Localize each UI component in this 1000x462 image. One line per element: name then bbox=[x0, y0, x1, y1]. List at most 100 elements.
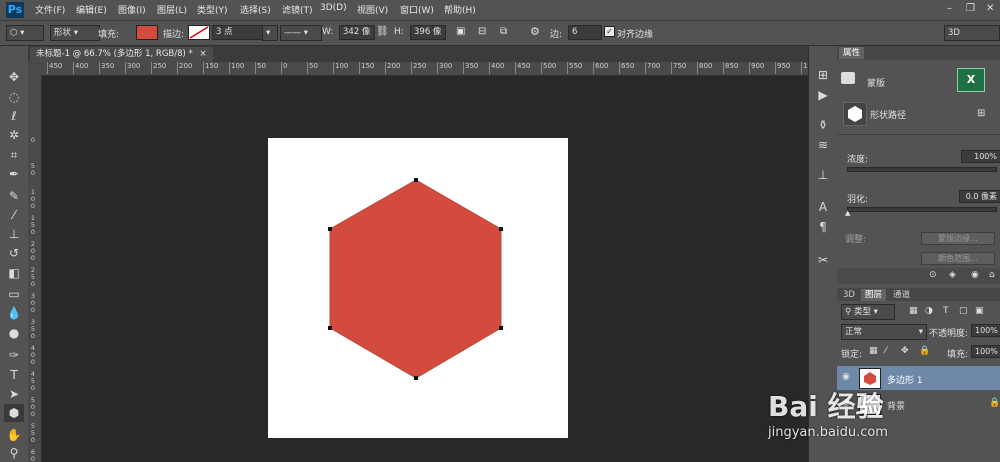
tab-close-icon[interactable]: × bbox=[199, 49, 206, 59]
clone-source-icon[interactable]: ⊥ bbox=[814, 166, 832, 184]
apply-icon[interactable]: ◈ bbox=[949, 270, 956, 280]
dodge-icon[interactable]: ● bbox=[4, 324, 24, 342]
stroke-size-dropdown[interactable]: ▾ bbox=[262, 25, 278, 41]
polygon-icon[interactable]: ⬢ bbox=[4, 404, 24, 422]
type-icon[interactable]: T bbox=[4, 366, 24, 384]
apply-mask-icon[interactable]: ⊞ bbox=[977, 108, 985, 119]
close-button[interactable]: ✕ bbox=[986, 3, 994, 14]
brush-settings-icon[interactable]: ≋ bbox=[814, 136, 832, 154]
lock-all-icon[interactable]: 🔒 bbox=[919, 346, 930, 356]
play-icon[interactable]: ▶ bbox=[814, 86, 832, 104]
stroke-type-select[interactable]: —— ▾ bbox=[280, 25, 322, 41]
menu-filter[interactable]: 滤镜(T) bbox=[282, 3, 313, 16]
lock-transparency-icon[interactable]: ▦ bbox=[869, 346, 878, 356]
feather-slider[interactable] bbox=[847, 207, 997, 212]
density-slider[interactable] bbox=[847, 167, 997, 172]
align-edges-checkbox[interactable]: ✓ bbox=[604, 26, 615, 37]
minimize-button[interactable]: – bbox=[947, 3, 952, 14]
filter-kind-select[interactable]: ⚲ 类型 ▾ bbox=[841, 304, 895, 320]
fill-opacity-field[interactable]: 100% bbox=[971, 345, 1000, 358]
anchor-point[interactable] bbox=[499, 326, 503, 330]
menu-help[interactable]: 帮助(H) bbox=[444, 3, 476, 16]
link-icon[interactable]: ⛓ bbox=[376, 26, 389, 37]
opacity-field[interactable]: 100% bbox=[971, 324, 1000, 337]
height-field[interactable]: 396 像 bbox=[410, 25, 446, 40]
layer-visibility-icon[interactable]: ◉ bbox=[842, 372, 850, 382]
gradient-icon[interactable]: ▭ bbox=[4, 285, 24, 303]
color-range-button[interactable]: 颜色范围... bbox=[921, 252, 995, 265]
clone-stamp-icon[interactable]: ⊥ bbox=[4, 225, 24, 243]
path-arrangement-icon[interactable]: ⧉ bbox=[500, 26, 507, 37]
filter-smart-icon[interactable]: ▣ bbox=[975, 306, 984, 316]
restore-button[interactable]: ❐ bbox=[966, 3, 975, 14]
brush-presets-icon[interactable]: ⚱ bbox=[814, 116, 832, 134]
crop-icon[interactable]: ⌗ bbox=[4, 146, 24, 164]
eraser-icon[interactable]: ◧ bbox=[4, 264, 24, 282]
feather-field[interactable]: 0.0 像素 bbox=[959, 190, 1000, 203]
tab-properties[interactable]: 属性 bbox=[839, 47, 865, 59]
filter-pixel-icon[interactable]: ▦ bbox=[909, 306, 918, 316]
anchor-point[interactable] bbox=[328, 326, 332, 330]
anchor-point[interactable] bbox=[414, 376, 418, 380]
path-alignment-icon[interactable]: ⊟ bbox=[478, 26, 486, 37]
menu-edit[interactable]: 编辑(E) bbox=[76, 3, 107, 16]
zoom-icon[interactable]: ⚲ bbox=[4, 444, 24, 462]
eyedropper-icon[interactable]: ✒ bbox=[4, 165, 24, 183]
menu-file[interactable]: 文件(F) bbox=[35, 3, 65, 16]
visibility-icon[interactable]: ◉ bbox=[971, 270, 979, 280]
move-icon[interactable]: ✥ bbox=[4, 68, 24, 86]
lock-pixels-icon[interactable]: ⁄ bbox=[885, 346, 887, 356]
gear-icon[interactable]: ⚙ bbox=[530, 25, 540, 38]
filter-adjust-icon[interactable]: ◑ bbox=[925, 306, 933, 316]
path-select-icon[interactable]: ➤ bbox=[4, 385, 24, 403]
history-icon[interactable]: ⊞ bbox=[814, 66, 832, 84]
tool-preset-picker[interactable]: ⬡ ▾ bbox=[6, 25, 44, 41]
anchor-point[interactable] bbox=[499, 227, 503, 231]
marquee-icon[interactable]: ◌ bbox=[4, 88, 24, 106]
fill-swatch[interactable] bbox=[136, 25, 158, 40]
menu-type[interactable]: 类型(Y) bbox=[197, 3, 228, 16]
path-operations-icon[interactable]: ▣ bbox=[456, 26, 465, 37]
filter-type-icon[interactable]: T bbox=[943, 306, 949, 316]
menu-select[interactable]: 选择(S) bbox=[240, 3, 271, 16]
menu-view[interactable]: 视图(V) bbox=[357, 3, 388, 16]
mask-edge-button[interactable]: 蒙版边缘... bbox=[921, 232, 995, 245]
workspace-select[interactable]: 3D bbox=[944, 25, 1000, 41]
pen-icon[interactable]: ✑ bbox=[4, 346, 24, 364]
tools-icon[interactable]: ✂ bbox=[814, 251, 832, 269]
filter-shape-icon[interactable]: ▢ bbox=[959, 306, 968, 316]
hexagon-shape[interactable] bbox=[329, 179, 502, 379]
healing-brush-icon[interactable]: ✎ bbox=[4, 187, 24, 205]
mode-select[interactable]: 形状 ▾ bbox=[50, 25, 100, 41]
stroke-swatch[interactable] bbox=[188, 25, 210, 40]
lasso-icon[interactable]: ℓ bbox=[4, 107, 24, 125]
slider-thumb-icon[interactable]: ▲ bbox=[845, 209, 850, 217]
menu-window[interactable]: 窗口(W) bbox=[400, 3, 434, 16]
tab-layers[interactable]: 图层 bbox=[861, 289, 887, 301]
paragraph-icon[interactable]: ¶ bbox=[814, 218, 832, 236]
layer-name[interactable]: 多边形 1 bbox=[887, 373, 923, 386]
menu-layer[interactable]: 图层(L) bbox=[157, 3, 187, 16]
sides-field[interactable]: 6 bbox=[568, 25, 602, 40]
layer-name[interactable]: 背景 bbox=[887, 399, 905, 412]
lock-position-icon[interactable]: ✥ bbox=[901, 346, 909, 356]
menu-image[interactable]: 图像(I) bbox=[118, 3, 146, 16]
load-selection-icon[interactable]: ⊙ bbox=[929, 270, 937, 280]
anchor-point[interactable] bbox=[328, 227, 332, 231]
menu-3d[interactable]: 3D(D) bbox=[320, 3, 347, 13]
blend-mode-select[interactable]: 正常 ▾ bbox=[841, 324, 927, 340]
density-field[interactable]: 100% bbox=[961, 150, 1000, 163]
tab-3d[interactable]: 3D bbox=[839, 289, 859, 301]
tab-channels[interactable]: 通道 bbox=[889, 289, 914, 301]
character-icon[interactable]: A bbox=[814, 198, 832, 216]
hand-icon[interactable]: ✋ bbox=[4, 426, 24, 444]
document-tab[interactable]: 未标题-1 @ 66.7% (多边形 1, RGB/8) * × bbox=[30, 47, 213, 62]
delete-icon[interactable]: ⌂ bbox=[989, 270, 995, 280]
magic-wand-icon[interactable]: ✲ bbox=[4, 126, 24, 144]
document-canvas[interactable] bbox=[268, 138, 568, 438]
blur-icon[interactable]: 💧 bbox=[4, 304, 24, 322]
history-brush-icon[interactable]: ↺ bbox=[4, 244, 24, 262]
anchor-point[interactable] bbox=[414, 178, 418, 182]
width-field[interactable]: 342 像 bbox=[339, 25, 375, 40]
brush-icon[interactable]: ⁄ bbox=[4, 206, 24, 224]
